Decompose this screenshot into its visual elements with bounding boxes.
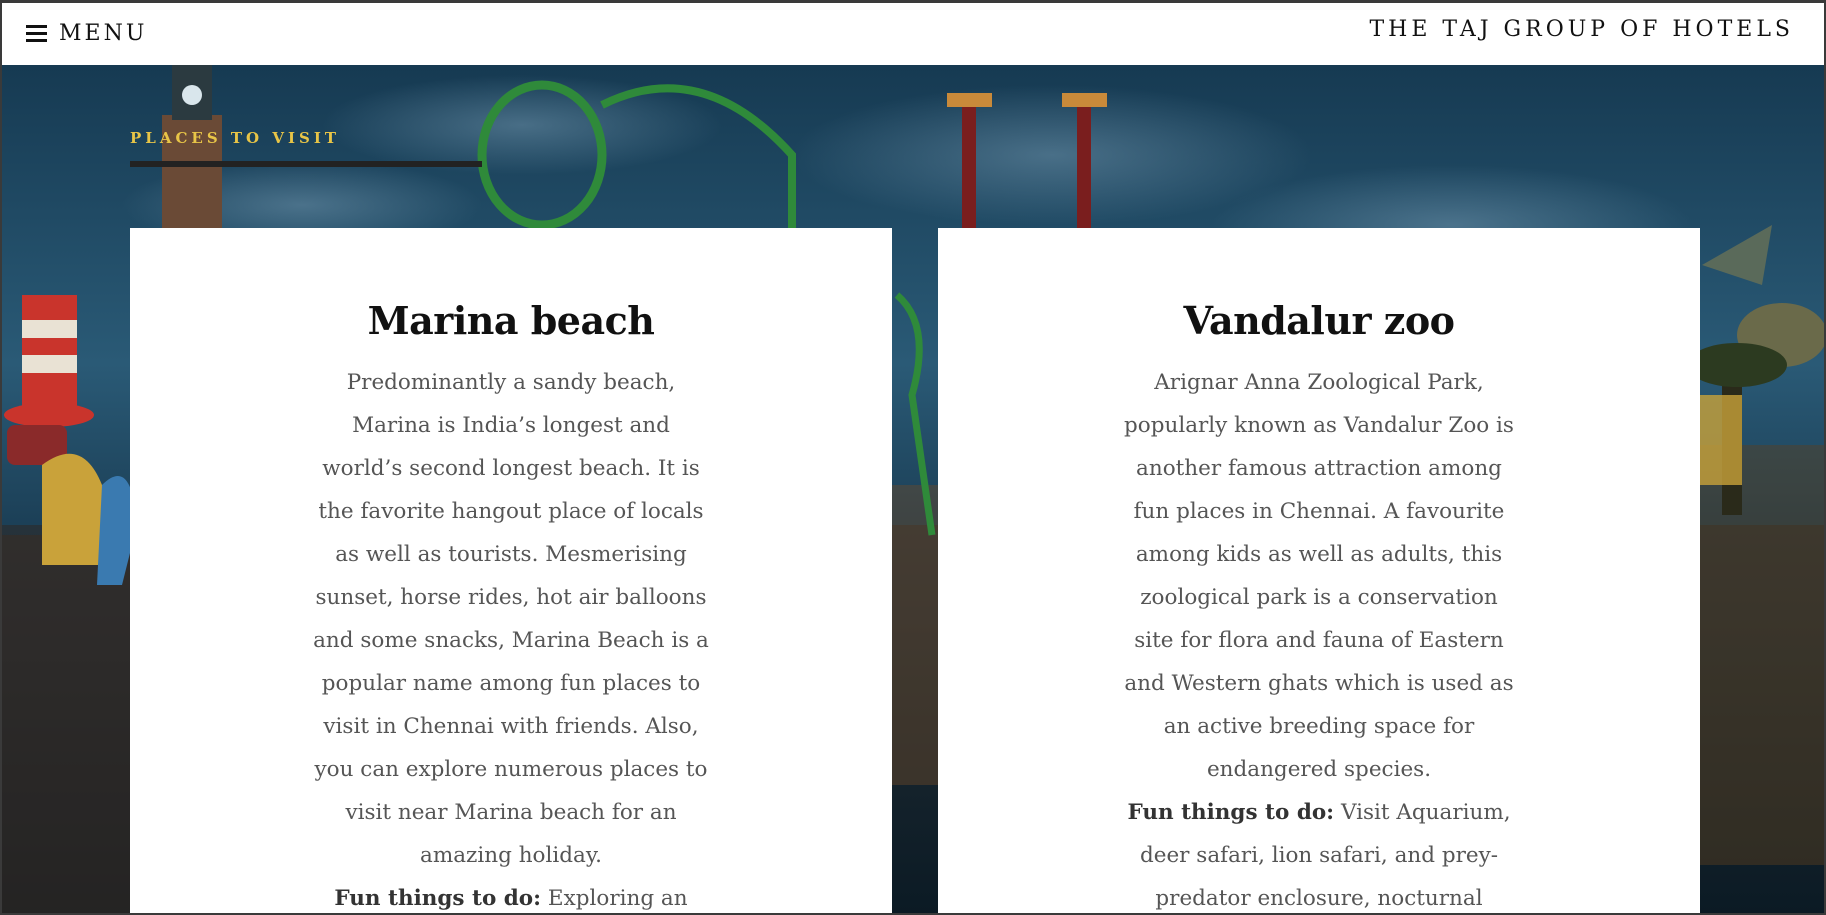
card-description: Predominantly a sandy beach, Marina is I… <box>313 370 709 868</box>
hamburger-icon <box>26 24 47 42</box>
card-fun-things: Fun things to do: Visit Aquarium, deer s… <box>1119 791 1519 913</box>
section-label: PLACES TO VISIT <box>130 129 341 147</box>
card-body: Predominantly a sandy beach, Marina is I… <box>311 361 711 913</box>
card-title: Vandalur zoo <box>1183 298 1455 343</box>
place-card-vandalur-zoo: Vandalur zoo Arignar Anna Zoological Par… <box>938 228 1700 913</box>
card-title: Marina beach <box>367 298 655 343</box>
menu-button[interactable]: MENU <box>26 15 147 51</box>
top-navigation-bar: MENU THE TAJ GROUP OF HOTELS <box>2 3 1824 65</box>
card-fun-things: Fun things to do: Exploring an <box>311 877 711 913</box>
place-card-marina-beach: Marina beach Predominantly a sandy beach… <box>130 228 892 913</box>
page-frame: MENU THE TAJ GROUP OF HOTELS PLACES TO V… <box>0 0 1826 915</box>
card-description: Arignar Anna Zoological Park, popularly … <box>1124 370 1514 782</box>
brand-title[interactable]: THE TAJ GROUP OF HOTELS <box>1369 17 1794 42</box>
fun-things-text: Exploring an <box>541 886 688 911</box>
section-divider <box>130 161 482 167</box>
fun-things-label: Fun things to do: <box>1127 800 1335 825</box>
card-body: Arignar Anna Zoological Park, popularly … <box>1119 361 1519 913</box>
menu-label: MENU <box>59 20 148 46</box>
fun-things-label: Fun things to do: <box>334 886 542 911</box>
